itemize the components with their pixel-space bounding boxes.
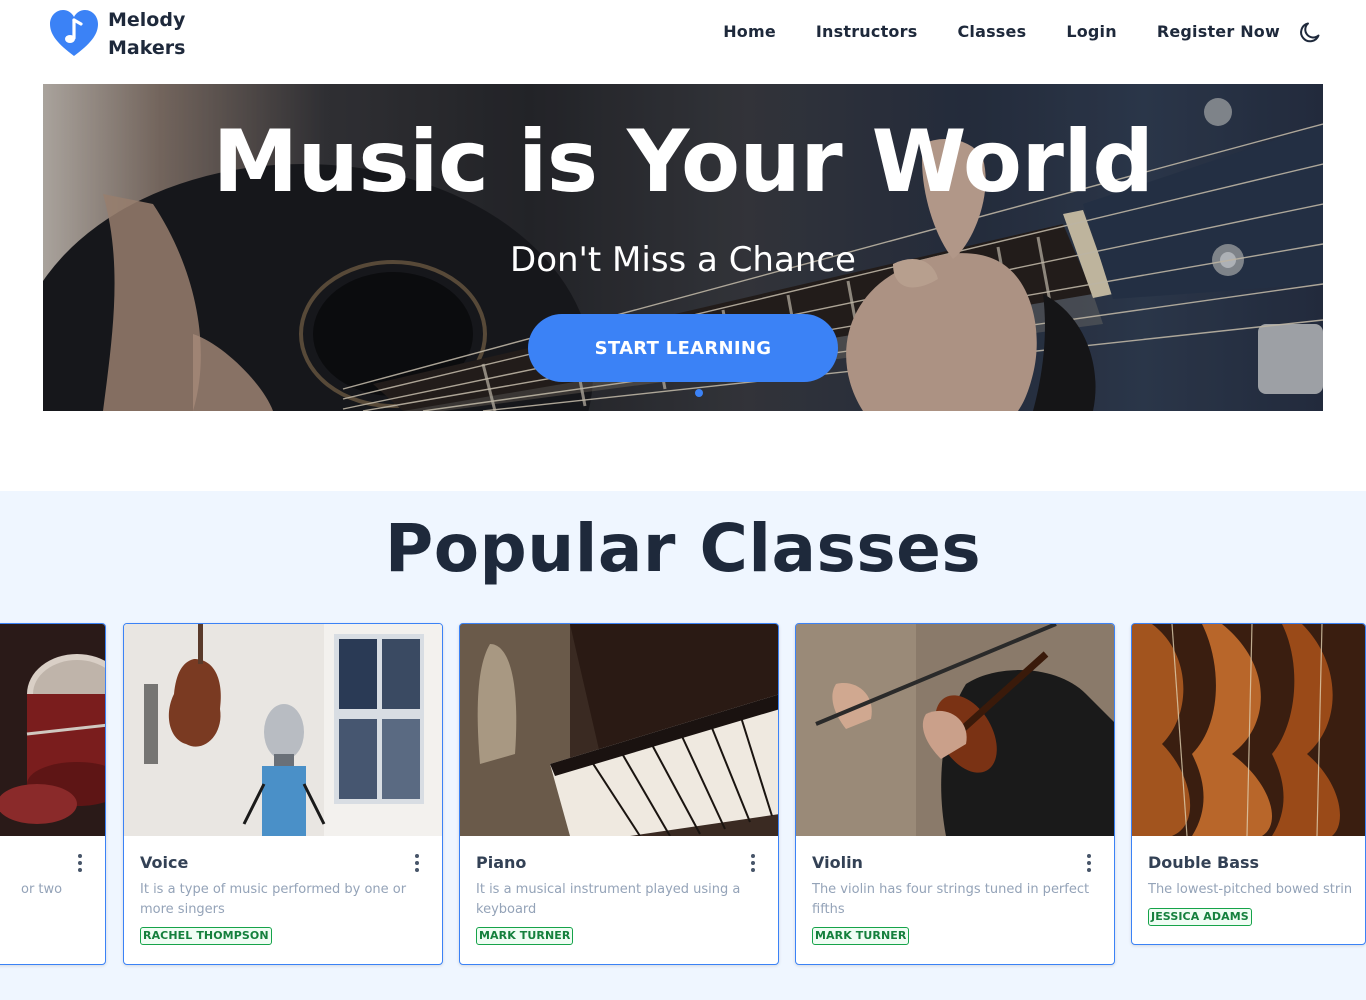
class-card-drums[interactable]: or two: [0, 623, 106, 965]
class-description: It is a musical instrument played using …: [476, 882, 741, 917]
nav-home[interactable]: Home: [723, 20, 776, 44]
popular-classes-section: Popular Classes or two Voice It is a typ…: [0, 491, 1366, 1000]
nav-register[interactable]: Register Now: [1157, 20, 1280, 44]
hero-subtitle: Don't Miss a Chance: [510, 240, 856, 280]
brand-name[interactable]: Melody Makers: [108, 6, 185, 62]
violin-photo: [796, 624, 1114, 836]
nav-instructors[interactable]: Instructors: [816, 20, 918, 44]
class-card-double-bass[interactable]: Double Bass The lowest-pitched bowed str…: [1131, 623, 1366, 945]
hero-banner: Music is Your World Don't Miss a Chance …: [43, 84, 1323, 411]
class-description: or two: [21, 882, 63, 897]
class-card-piano[interactable]: Piano It is a musical instrument played …: [459, 623, 779, 965]
brand-line-2: Makers: [108, 37, 186, 59]
section-title: Popular Classes: [384, 510, 982, 587]
class-card-violin[interactable]: Violin The violin has four strings tuned…: [795, 623, 1115, 965]
class-name: Violin: [812, 853, 863, 872]
brand-line-1: Melody: [108, 9, 186, 31]
class-name: Voice: [140, 853, 189, 872]
start-learning-button[interactable]: START LEARNING: [528, 314, 838, 382]
class-card-voice[interactable]: Voice It is a type of music performed by…: [123, 623, 443, 965]
piano-photo: [460, 624, 778, 836]
instructor-badge[interactable]: MARK TURNER: [812, 927, 910, 945]
class-description: The violin has four strings tuned in per…: [812, 882, 1090, 917]
main-nav: Home Instructors Classes Login Register …: [683, 20, 1280, 44]
class-name: Piano: [476, 853, 527, 872]
class-carousel[interactable]: or two Voice It is a type of music perfo…: [0, 623, 1366, 968]
moon-icon[interactable]: [1298, 19, 1324, 45]
card-menu-icon[interactable]: [1086, 854, 1092, 874]
instructor-badge[interactable]: MARK TURNER: [476, 927, 574, 945]
class-description: It is a type of music performed by one o…: [140, 882, 407, 917]
class-description: The lowest-pitched bowed strin: [1148, 882, 1353, 897]
double-bass-photo: [1132, 624, 1365, 836]
site-header: Melody Makers Home Instructors Classes L…: [0, 0, 1366, 70]
drums-photo: [0, 624, 105, 836]
nav-classes[interactable]: Classes: [957, 20, 1026, 44]
instructor-badge[interactable]: JESSICA ADAMS: [1148, 908, 1252, 926]
hero-title: Music is Your World: [212, 112, 1154, 212]
instructor-badge[interactable]: RACHEL THOMPSON: [140, 927, 272, 945]
heart-music-note-icon[interactable]: [48, 8, 100, 58]
microphone-photo: [124, 624, 442, 836]
carousel-dot-active[interactable]: [695, 389, 703, 397]
nav-login[interactable]: Login: [1066, 20, 1117, 44]
class-name: Double Bass: [1148, 853, 1260, 872]
card-menu-icon[interactable]: [414, 854, 420, 874]
card-menu-icon[interactable]: [750, 854, 756, 874]
card-menu-icon[interactable]: [77, 854, 83, 874]
